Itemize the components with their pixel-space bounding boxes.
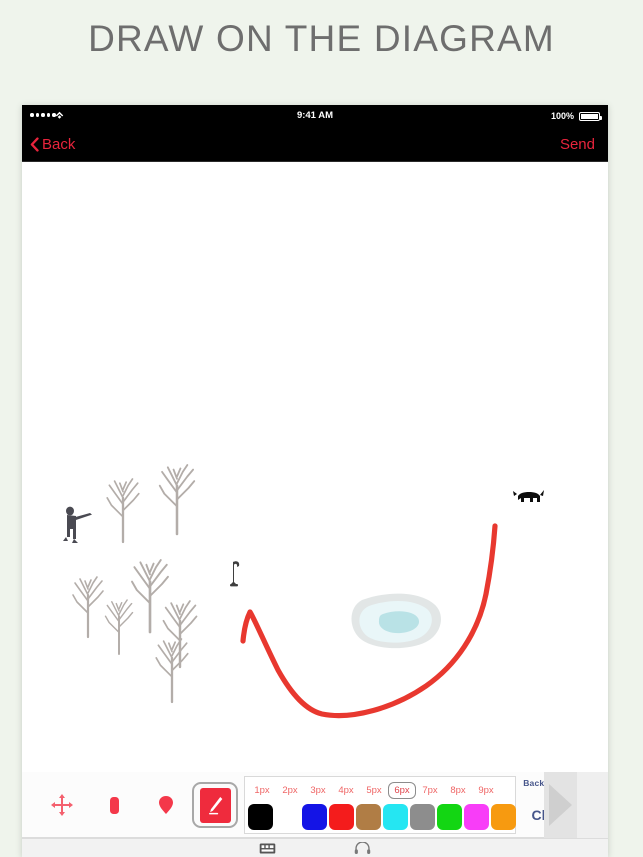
marker-tool-button[interactable] <box>94 785 134 825</box>
style-panel: 1px 2px 3px 4px 5px 6px 7px 8px 9px <box>244 776 516 834</box>
bare-tree <box>71 575 105 639</box>
status-bar: 9:41 AM 100% <box>22 105 608 127</box>
pin-tool-button[interactable] <box>146 785 186 825</box>
stroke-size-3px[interactable]: 3px <box>304 782 332 800</box>
bare-tree <box>155 637 189 704</box>
battery-percent-label: 100% <box>550 111 574 121</box>
stroke-size-5px[interactable]: 5px <box>360 782 388 800</box>
send-button[interactable]: Send <box>560 127 595 162</box>
bare-tree <box>162 599 198 669</box>
drawing-toolbar: 1px 2px 3px 4px 5px 6px 7px 8px 9px <box>22 772 608 857</box>
stroke-size-6px[interactable]: 6px <box>388 782 416 799</box>
color-swatch-white[interactable] <box>275 804 300 830</box>
next-button[interactable] <box>544 772 577 838</box>
color-swatch-black[interactable] <box>248 804 273 830</box>
color-swatch-brown[interactable] <box>356 804 381 830</box>
pond <box>351 593 441 649</box>
pencil-swatch <box>199 787 231 823</box>
stroke-size-1px[interactable]: 1px <box>248 782 276 800</box>
send-button-label: Send <box>559 136 595 153</box>
dog-figure <box>513 490 544 502</box>
bare-tree <box>104 599 134 655</box>
color-swatch-blue[interactable] <box>302 804 327 830</box>
tab-bar <box>22 838 608 857</box>
stroke-size-9px[interactable]: 9px <box>472 782 500 800</box>
move-arrows-icon <box>51 794 73 816</box>
stump-marker <box>230 561 240 587</box>
back-button[interactable]: Back <box>30 127 75 162</box>
stroke-size-4px[interactable]: 4px <box>332 782 360 800</box>
drawing-canvas[interactable] <box>22 162 608 857</box>
bare-tree <box>106 477 140 544</box>
status-time: 9:41 AM <box>296 110 334 121</box>
stroke-size-7px[interactable]: 7px <box>416 782 444 800</box>
color-swatch-cyan[interactable] <box>383 804 408 830</box>
color-swatch-row <box>248 804 516 830</box>
bare-tree <box>158 463 196 536</box>
marker-icon <box>110 797 119 814</box>
map-pin-icon <box>159 796 173 814</box>
color-swatch-magenta[interactable] <box>464 804 489 830</box>
pencil-icon <box>208 796 222 814</box>
tool-panel: 1px 2px 3px 4px 5px 6px 7px 8px 9px <box>22 772 577 838</box>
page-title: DRAW ON THE DIAGRAM <box>88 18 555 59</box>
color-swatch-gray[interactable] <box>410 804 435 830</box>
chevron-left-icon <box>30 137 39 152</box>
color-swatch-red[interactable] <box>329 804 354 830</box>
headset-icon[interactable] <box>354 842 371 854</box>
back-button-label: Back <box>42 136 76 153</box>
pencil-tool-button[interactable] <box>192 782 238 828</box>
stroke-size-row: 1px 2px 3px 4px 5px 6px 7px 8px 9px <box>245 777 515 804</box>
stroke-size-2px[interactable]: 2px <box>276 782 304 800</box>
triangle-right-icon <box>549 784 572 826</box>
hunter-figure <box>63 506 92 543</box>
color-swatch-green[interactable] <box>437 804 462 830</box>
diagram-svg <box>63 463 544 719</box>
keyboard-icon[interactable] <box>259 842 276 854</box>
device-frame: 9:41 AM 100% Back Send 1px 2px 3px 4px 5… <box>22 105 608 857</box>
move-tool-button[interactable] <box>42 785 82 825</box>
nav-bar: Back Send <box>22 127 608 162</box>
bare-tree <box>130 558 170 634</box>
color-swatch-orange[interactable] <box>491 804 516 830</box>
stroke-size-8px[interactable]: 8px <box>444 782 472 800</box>
battery-icon <box>579 112 602 121</box>
